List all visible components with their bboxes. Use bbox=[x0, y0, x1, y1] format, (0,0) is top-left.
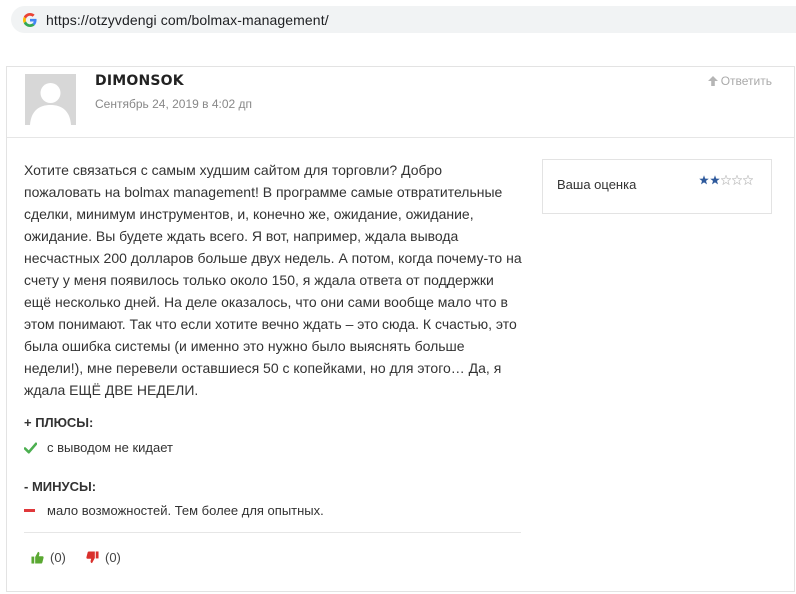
thumb-down-icon bbox=[86, 551, 99, 564]
thumb-up-icon bbox=[31, 551, 44, 564]
avatar bbox=[25, 74, 76, 125]
rating-label: Ваша оценка bbox=[557, 177, 637, 192]
check-icon bbox=[24, 442, 37, 453]
review-text: Хотите связаться с самым худшим сайтом д… bbox=[24, 162, 522, 398]
address-bar[interactable]: https://otzyvdengi com/bolmax-management… bbox=[11, 6, 796, 33]
star-empty-icon[interactable] bbox=[743, 175, 753, 185]
review-header: DIMONSOK Сентябрь 24, 2019 в 4:02 дп Отв… bbox=[7, 67, 794, 138]
reply-button[interactable]: Ответить bbox=[707, 74, 772, 88]
con-item: мало возможностей. Тем более для опытных… bbox=[24, 503, 324, 518]
author-name[interactable]: DIMONSOK bbox=[95, 73, 184, 89]
arrow-up-icon bbox=[707, 76, 718, 86]
review-card: DIMONSOK Сентябрь 24, 2019 в 4:02 дп Отв… bbox=[6, 66, 795, 592]
divider bbox=[24, 532, 521, 533]
pros-title: + ПЛЮСЫ: bbox=[24, 415, 94, 430]
cons-title: - МИНУСЫ: bbox=[24, 479, 97, 494]
rating-stars bbox=[699, 175, 753, 185]
pro-text: с выводом не кидает bbox=[47, 440, 173, 455]
rating-box: Ваша оценка bbox=[542, 159, 772, 214]
star-filled-icon[interactable] bbox=[699, 175, 709, 185]
google-g-icon bbox=[23, 12, 37, 27]
reply-label: Ответить bbox=[720, 74, 772, 88]
con-text: мало возможностей. Тем более для опытных… bbox=[47, 503, 324, 518]
pro-item: с выводом не кидает bbox=[24, 440, 173, 455]
url-text[interactable]: https://otzyvdengi com/bolmax-management… bbox=[46, 12, 329, 28]
dislike-count: (0) bbox=[105, 550, 121, 565]
like-count: (0) bbox=[50, 550, 66, 565]
comment-date[interactable]: Сентябрь 24, 2019 в 4:02 дп bbox=[95, 97, 252, 111]
star-empty-icon[interactable] bbox=[721, 175, 731, 185]
star-filled-icon[interactable] bbox=[710, 175, 720, 185]
like-button[interactable]: (0) bbox=[31, 550, 66, 565]
default-avatar-icon bbox=[25, 74, 76, 125]
star-empty-icon[interactable] bbox=[732, 175, 742, 185]
dislike-button[interactable]: (0) bbox=[86, 550, 121, 565]
minus-icon bbox=[24, 509, 35, 512]
